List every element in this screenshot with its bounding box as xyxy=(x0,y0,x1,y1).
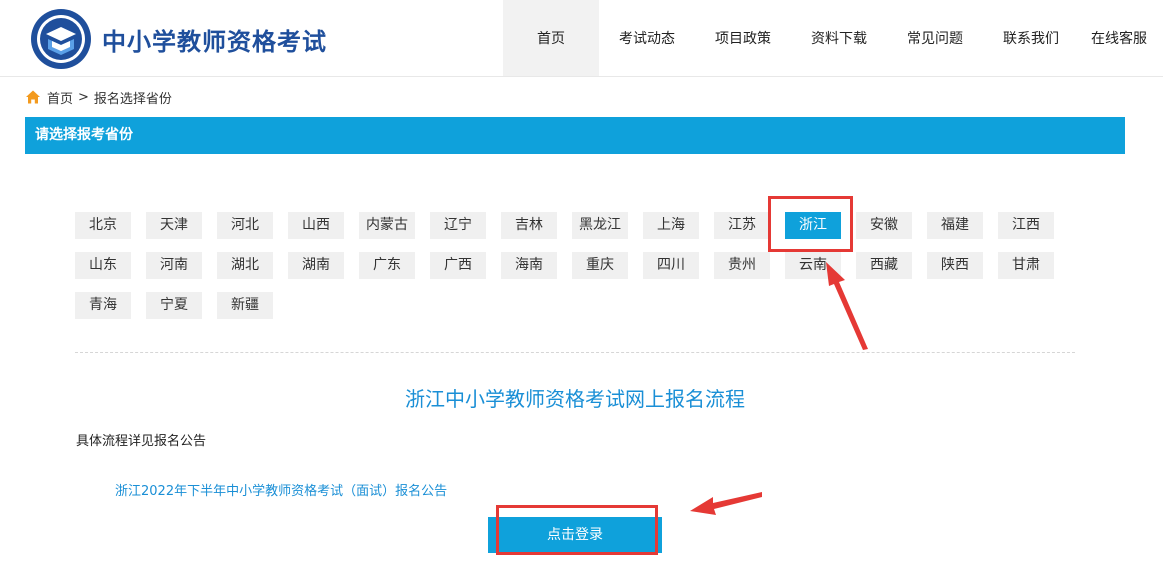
login-button[interactable]: 点击登录 xyxy=(488,517,662,553)
notice-link[interactable]: 浙江2022年下半年中小学教师资格考试（面试）报名公告 xyxy=(115,480,447,499)
province-button[interactable]: 甘肃 xyxy=(998,252,1054,279)
province-button[interactable]: 广东 xyxy=(359,252,415,279)
arrow-to-login-icon xyxy=(690,492,762,515)
province-button[interactable]: 河南 xyxy=(146,252,202,279)
dashed-divider xyxy=(75,352,1075,353)
nav-item-faq[interactable]: 常见问题 xyxy=(887,0,983,76)
province-button[interactable]: 北京 xyxy=(75,212,131,239)
province-button[interactable]: 山西 xyxy=(288,212,344,239)
province-button[interactable]: 江西 xyxy=(998,212,1054,239)
province-button[interactable]: 山东 xyxy=(75,252,131,279)
province-button-selected[interactable]: 浙江 xyxy=(785,212,841,239)
nav-item-downloads[interactable]: 资料下载 xyxy=(791,0,887,76)
province-button[interactable]: 宁夏 xyxy=(146,292,202,319)
province-button[interactable]: 广西 xyxy=(430,252,486,279)
province-button[interactable]: 云南 xyxy=(785,252,841,279)
nav-item-policy[interactable]: 项目政策 xyxy=(695,0,791,76)
province-button[interactable]: 湖北 xyxy=(217,252,273,279)
breadcrumb-current: 报名选择省份 xyxy=(93,91,172,107)
province-button[interactable]: 西藏 xyxy=(856,252,912,279)
province-button[interactable]: 辽宁 xyxy=(430,212,486,239)
nav-item-online-service[interactable]: 在线客服 xyxy=(1079,0,1159,76)
province-button[interactable]: 湖南 xyxy=(288,252,344,279)
nav-item-exam-news[interactable]: 考试动态 xyxy=(599,0,695,76)
seal-logo-icon xyxy=(31,9,91,69)
section-header-bar: 请选择报考省份 xyxy=(25,117,1125,154)
province-button[interactable]: 陕西 xyxy=(927,252,983,279)
province-button[interactable]: 江苏 xyxy=(714,212,770,239)
flow-title: 浙江中小学教师资格考试网上报名流程 xyxy=(405,387,745,411)
home-icon xyxy=(26,90,40,104)
section-title: 请选择报考省份 xyxy=(35,127,133,143)
nav-item-home[interactable]: 首页 xyxy=(503,0,599,76)
province-button[interactable]: 河北 xyxy=(217,212,273,239)
logo-link[interactable]: 中小学教师资格考试 xyxy=(30,8,327,70)
province-button[interactable]: 贵州 xyxy=(714,252,770,279)
province-button[interactable]: 吉林 xyxy=(501,212,557,239)
breadcrumb: 首页 > 报名选择省份 xyxy=(25,87,172,107)
province-button[interactable]: 黑龙江 xyxy=(572,212,628,239)
flow-description: 具体流程详见报名公告 xyxy=(76,434,207,449)
site-title: 中小学教师资格考试 xyxy=(102,27,327,56)
main-nav: 首页 考试动态 项目政策 资料下载 常见问题 联系我们 在线客服 xyxy=(503,0,1159,76)
nav-item-contact[interactable]: 联系我们 xyxy=(983,0,1079,76)
breadcrumb-home-link[interactable]: 首页 xyxy=(47,88,73,107)
province-button[interactable]: 天津 xyxy=(146,212,202,239)
province-button[interactable]: 内蒙古 xyxy=(359,212,415,239)
province-button[interactable]: 重庆 xyxy=(572,252,628,279)
province-button[interactable]: 福建 xyxy=(927,212,983,239)
province-button[interactable]: 上海 xyxy=(643,212,699,239)
province-button[interactable]: 海南 xyxy=(501,252,557,279)
province-button[interactable]: 安徽 xyxy=(856,212,912,239)
province-button[interactable]: 青海 xyxy=(75,292,131,319)
province-button[interactable]: 四川 xyxy=(643,252,699,279)
province-button[interactable]: 新疆 xyxy=(217,292,273,319)
breadcrumb-separator: > xyxy=(78,89,89,105)
site-header: 中小学教师资格考试 首页 考试动态 项目政策 资料下载 常见问题 联系我们 在线… xyxy=(0,0,1163,77)
